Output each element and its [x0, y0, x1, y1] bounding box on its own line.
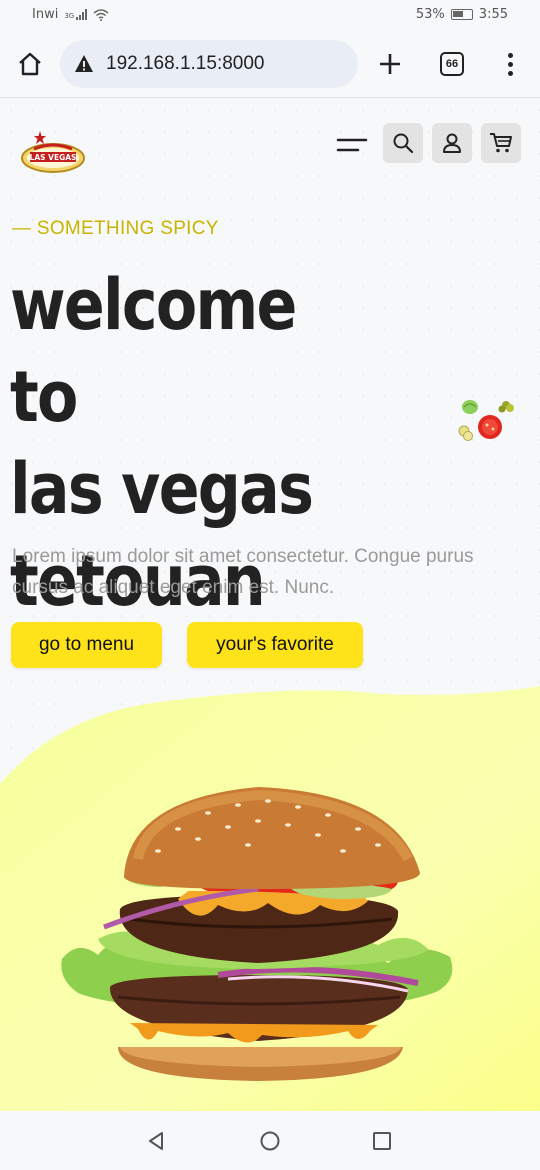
wifi-icon: [93, 8, 109, 21]
search-icon: [393, 133, 414, 154]
status-right: 53% 3:55: [416, 7, 508, 22]
clock: 3:55: [478, 7, 508, 22]
veggies-decoration: [458, 400, 514, 441]
status-left: Inwi 3G: [32, 7, 109, 22]
signal-icon: 3G: [64, 9, 88, 20]
recent-apps-icon[interactable]: [373, 1132, 391, 1150]
status-bar: Inwi 3G 53% 3:55: [0, 0, 540, 30]
home-icon[interactable]: [14, 48, 46, 80]
network-type: 3G: [64, 12, 75, 20]
account-button[interactable]: [432, 123, 472, 163]
back-icon[interactable]: [146, 1131, 166, 1151]
system-nav-bar: [0, 1111, 540, 1170]
go-to-menu-button[interactable]: go to menu: [11, 622, 162, 668]
tab-count: 66: [445, 58, 459, 70]
cart-button[interactable]: [481, 123, 521, 163]
new-tab-icon[interactable]: [374, 48, 406, 80]
cart-icon: [490, 133, 512, 153]
url-text[interactable]: 192.168.1.15:8000: [106, 53, 265, 75]
web-page: LAS VEGAS — SOMETHING SPICY welcome to l…: [0, 99, 540, 1111]
browser-toolbar: 192.168.1.15:8000 66: [0, 30, 540, 98]
more-menu-icon[interactable]: [500, 48, 520, 80]
logo-text: LAS VEGAS: [30, 153, 77, 162]
battery-percent: 53%: [415, 7, 445, 22]
hero-title-line-2: las vegas: [10, 448, 314, 530]
search-button[interactable]: [383, 123, 423, 163]
warning-icon[interactable]: [74, 54, 94, 74]
battery-icon: [450, 9, 473, 20]
hamburger-icon[interactable]: [336, 137, 368, 153]
burger-image: [61, 787, 453, 1081]
tab-switcher-button[interactable]: 66: [440, 52, 464, 76]
las-vegas-logo[interactable]: LAS VEGAS: [20, 129, 86, 177]
hero-title-line-1: welcome to: [10, 264, 297, 438]
hero-eyebrow: — SOMETHING SPICY: [12, 218, 219, 239]
favorites-button[interactable]: your's favorite: [187, 622, 363, 668]
address-bar[interactable]: 192.168.1.15:8000: [60, 40, 358, 88]
home-circle-icon[interactable]: [260, 1131, 280, 1151]
user-icon: [443, 133, 461, 153]
carrier-label: Inwi: [32, 7, 59, 22]
hero-description: Lorem ipsum dolor sit amet consectetur. …: [12, 546, 474, 598]
